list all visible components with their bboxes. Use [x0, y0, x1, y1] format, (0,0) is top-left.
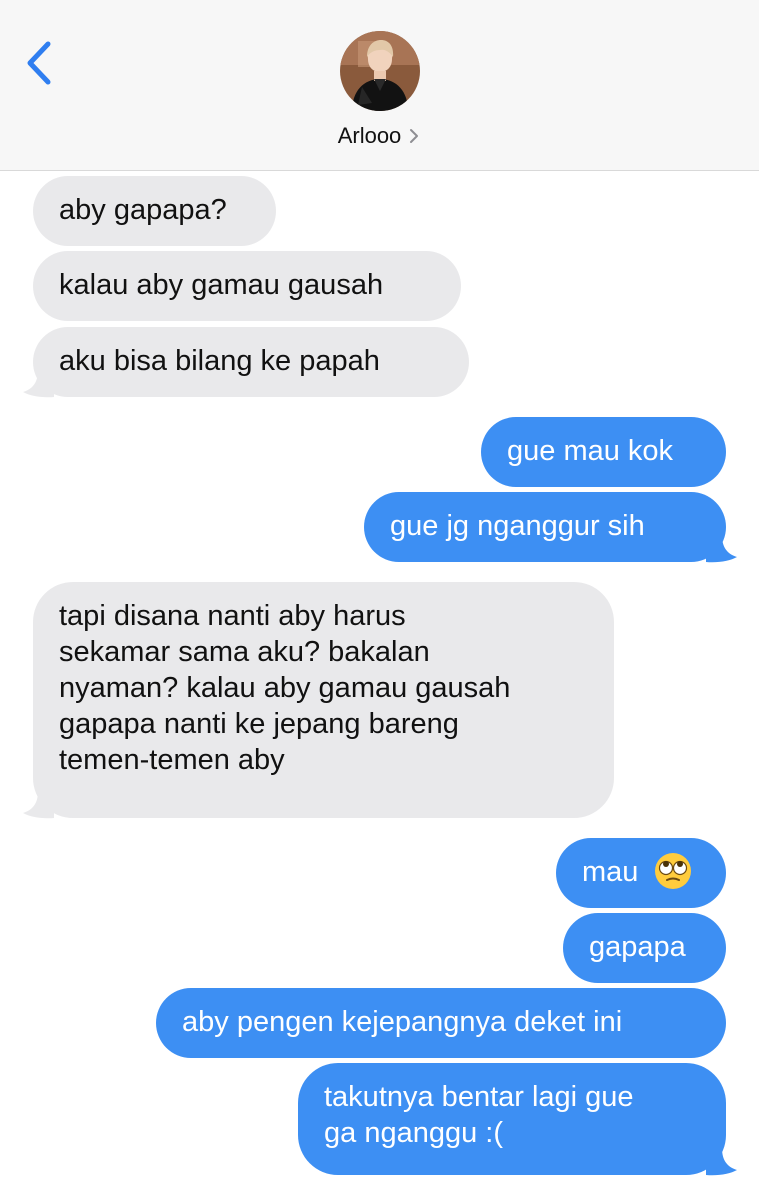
- message-line: ga nganggu :(: [324, 1117, 503, 1149]
- message-thread[interactable]: aby gapapa? kalau aby gamau gausah aku b…: [0, 170, 759, 1200]
- chevron-right-icon: [410, 129, 419, 143]
- avatar-photo: [340, 31, 420, 111]
- message-bubble-incoming[interactable]: aby gapapa?: [33, 176, 276, 246]
- bubble-tail: [706, 535, 737, 563]
- message-bubble-outgoing[interactable]: gue jg nganggur sih: [364, 492, 726, 562]
- message-bubble-incoming[interactable]: tapi disana nanti aby harus sekamar sama…: [33, 582, 614, 818]
- message-text: gapapa: [589, 931, 686, 963]
- avatar[interactable]: [340, 31, 420, 111]
- message-line: takutnya bentar lagi gue: [324, 1081, 634, 1113]
- message-bubble-outgoing[interactable]: takutnya bentar lagi gue ga nganggu :(: [298, 1063, 726, 1175]
- bubble-tail: [23, 791, 54, 819]
- conversation-header: Arlooo: [0, 0, 759, 171]
- message-text: gue mau kok: [507, 435, 674, 467]
- message-bubble-outgoing[interactable]: gapapa: [563, 913, 726, 983]
- message-text: gue jg nganggur sih: [390, 510, 645, 542]
- bubble-tail: [706, 1148, 737, 1176]
- message-line: gapapa nanti ke jepang bareng: [59, 708, 459, 740]
- message-line: sekamar sama aku? bakalan: [59, 636, 430, 668]
- contact-name-button[interactable]: Arlooo: [0, 120, 759, 152]
- message-text: kalau aby gamau gausah: [59, 269, 384, 301]
- message-line: tapi disana nanti aby harus: [59, 600, 406, 632]
- message-bubble-incoming[interactable]: kalau aby gamau gausah: [33, 251, 461, 321]
- message-bubble-outgoing[interactable]: aby pengen kejepangnya deket ini: [156, 988, 726, 1058]
- message-line: nyaman? kalau aby gamau gausah: [59, 672, 511, 704]
- chevron-left-icon: [27, 41, 51, 85]
- message-bubble-outgoing[interactable]: mau: [556, 838, 726, 908]
- bubble-tail: [23, 370, 54, 398]
- back-button[interactable]: [22, 40, 58, 86]
- message-text: aku bisa bilang ke papah: [59, 345, 380, 377]
- message-text: mau: [582, 856, 639, 888]
- message-bubble-outgoing[interactable]: gue mau kok: [481, 417, 726, 487]
- message-text: aby gapapa?: [59, 194, 227, 226]
- message-line: temen-temen aby: [59, 744, 285, 776]
- contact-name: Arlooo: [337, 123, 402, 148]
- message-text: aby pengen kejepangnya deket ini: [182, 1006, 623, 1038]
- message-bubble-incoming[interactable]: aku bisa bilang ke papah: [33, 327, 469, 397]
- face-with-rolling-eyes-emoji: [655, 853, 692, 890]
